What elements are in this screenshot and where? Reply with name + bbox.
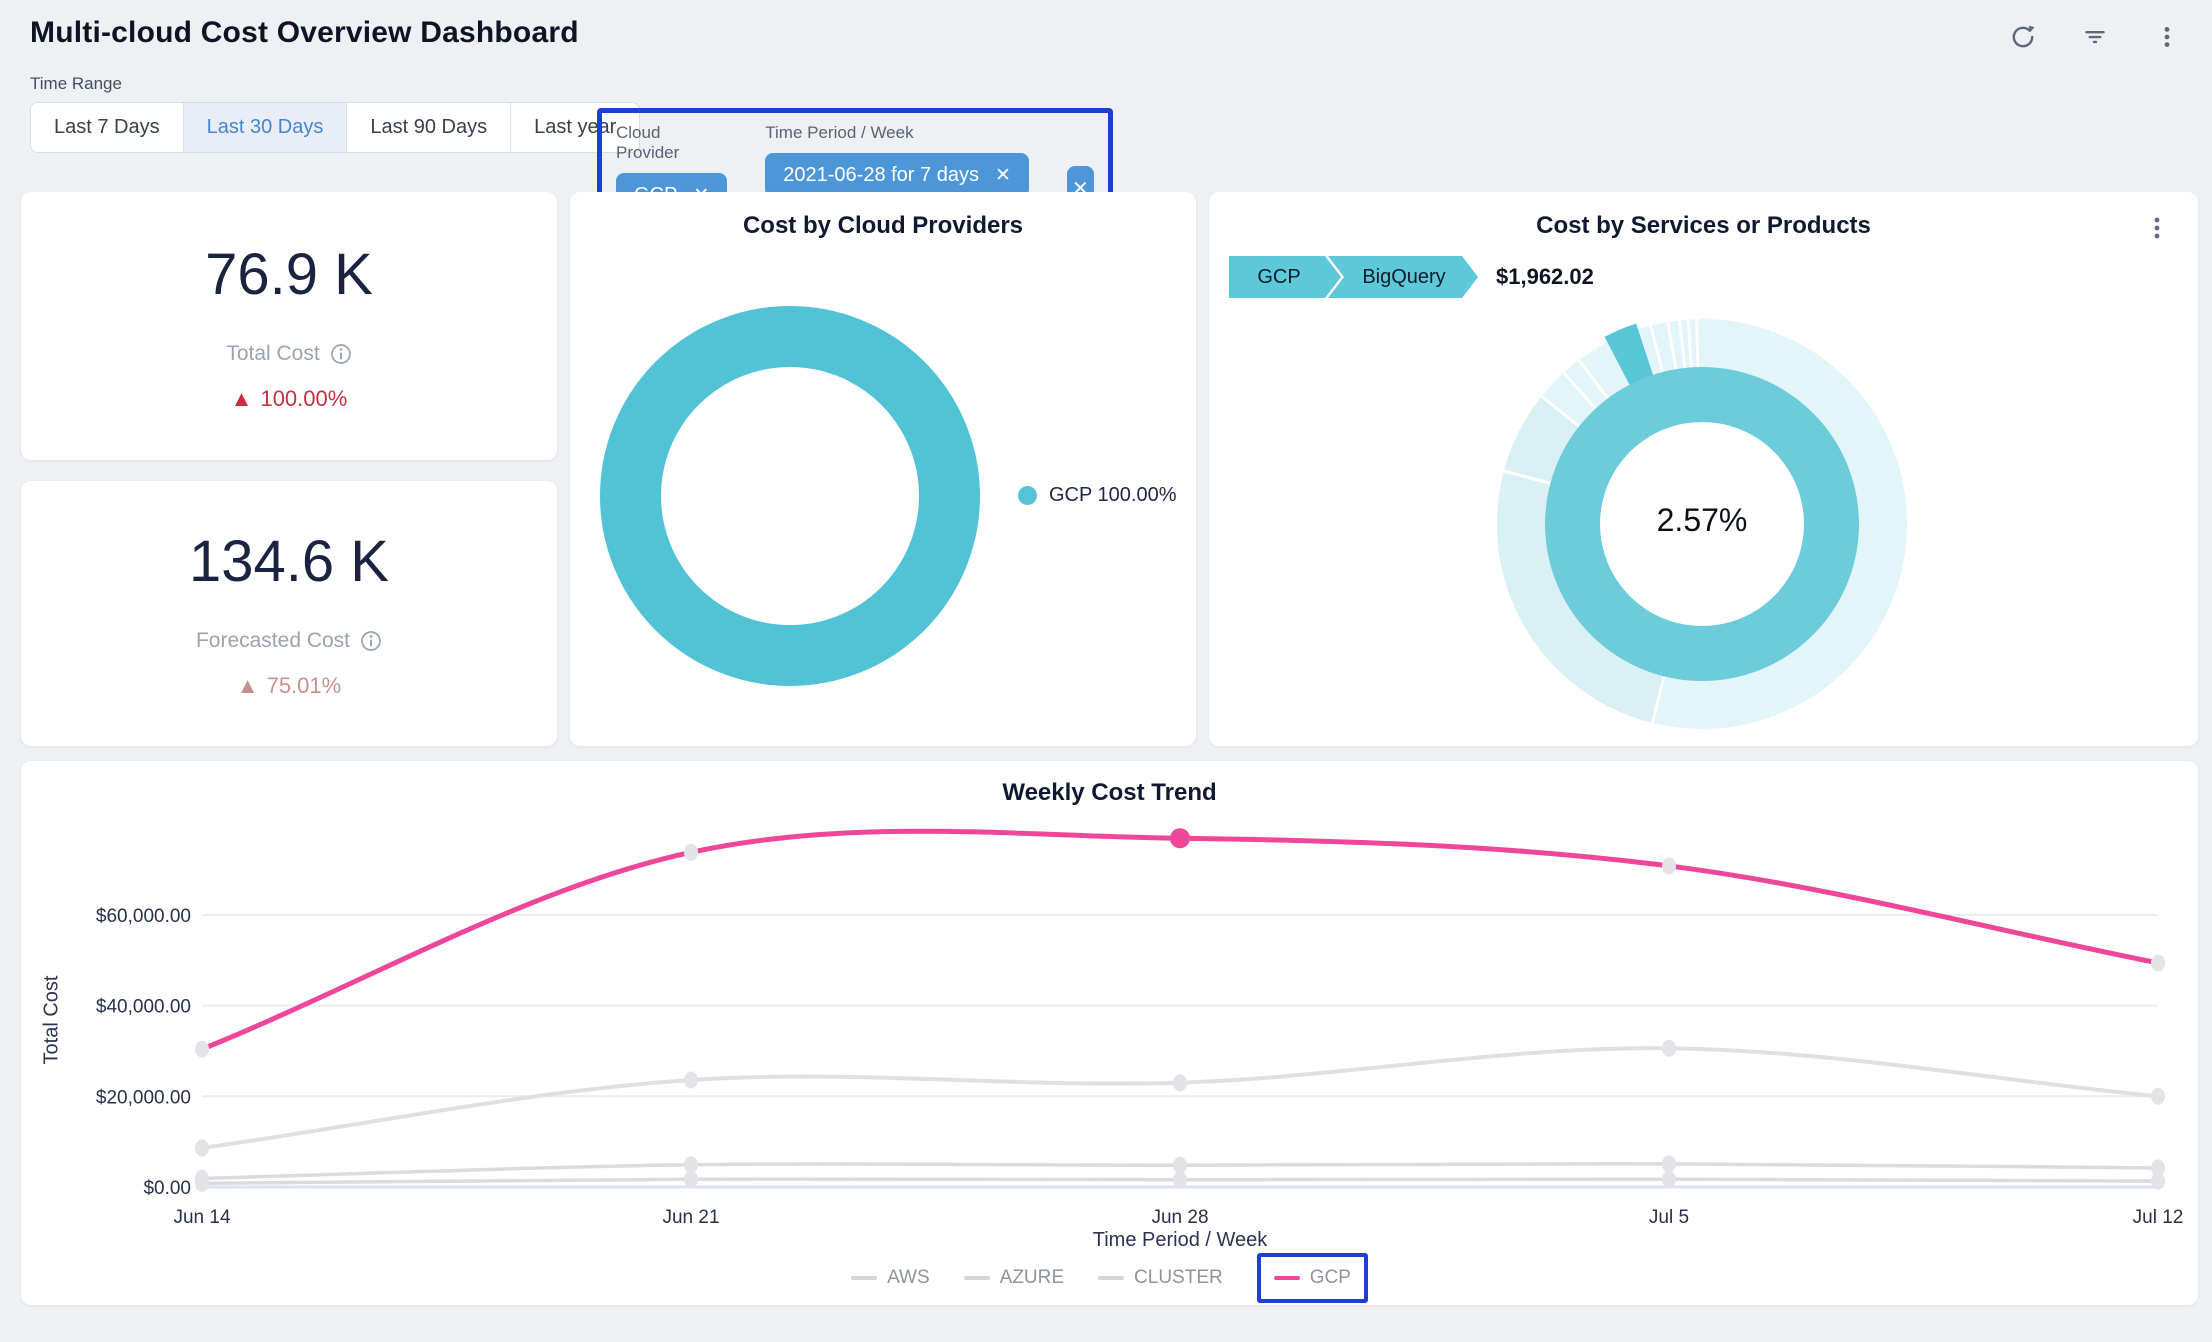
series-line-gcp[interactable]	[202, 831, 2158, 1049]
data-point-azure[interactable]	[1173, 1157, 1187, 1174]
providers-legend-label: GCP 100.00%	[1049, 484, 1177, 507]
time-range-label: Time Range	[30, 74, 122, 94]
total-cost-delta: 100.00%	[260, 386, 347, 412]
up-triangle-icon: ▲	[237, 673, 259, 699]
total-cost-value: 76.9 K	[205, 241, 373, 308]
info-icon[interactable]	[360, 630, 382, 652]
sunburst-divider	[1697, 315, 1698, 369]
data-point-azure[interactable]	[195, 1170, 209, 1187]
legend-label-azure: AZURE	[1000, 1267, 1064, 1289]
forecasted-cost-delta: 75.01%	[267, 673, 342, 699]
data-point-gcp[interactable]	[195, 1041, 209, 1058]
info-icon[interactable]	[330, 343, 352, 365]
trend-legend: AWS AZURE CLUSTER GCP	[21, 1253, 2198, 1303]
y-tick-label: $60,000.00	[96, 906, 191, 927]
data-point-gcp[interactable]	[2151, 954, 2165, 971]
donut-slice-gcp[interactable]	[631, 337, 950, 656]
total-cost-card: 76.9 K Total Cost ▲ 100.00%	[21, 192, 557, 460]
x-tick-label: Jul 5	[1649, 1207, 1689, 1228]
x-tick-label: Jun 21	[662, 1207, 719, 1228]
time-period-chip[interactable]: 2021-06-28 for 7 days ✕	[765, 153, 1029, 197]
time-period-chip-text: 2021-06-28 for 7 days	[783, 164, 979, 187]
legend-item-azure[interactable]: AZURE	[964, 1267, 1064, 1289]
time-range-last-90-days[interactable]: Last 90 Days	[347, 103, 511, 152]
legend-item-gcp[interactable]: GCP	[1274, 1267, 1351, 1289]
data-point-gcp[interactable]	[684, 844, 698, 861]
data-point-aws[interactable]	[684, 1171, 698, 1188]
filter-bar: Time Range Last 7 Days Last 30 Days Last…	[0, 50, 2212, 192]
data-point-aws[interactable]	[1173, 1171, 1187, 1188]
data-point-azure[interactable]	[1662, 1155, 1676, 1172]
annotation-box-gcp-legend: GCP	[1257, 1253, 1368, 1303]
time-period-label: Time Period / Week	[765, 123, 1029, 143]
legend-dot-icon	[1018, 486, 1037, 505]
time-range-last-7-days[interactable]: Last 7 Days	[31, 103, 184, 152]
forecasted-cost-value: 134.6 K	[189, 528, 389, 595]
trend-x-axis-title: Time Period / Week	[1093, 1229, 1268, 1252]
data-point-cluster[interactable]	[195, 1139, 209, 1156]
close-icon[interactable]: ✕	[995, 166, 1011, 185]
data-point-cluster[interactable]	[2151, 1088, 2165, 1105]
cost-by-providers-card: Cost by Cloud Providers GCP 100.00%	[570, 192, 1196, 746]
x-tick-label: Jun 14	[173, 1207, 230, 1228]
y-tick-label: $40,000.00	[96, 997, 191, 1018]
cloud-provider-label: Cloud Provider	[616, 123, 727, 163]
legend-item-aws[interactable]: AWS	[851, 1267, 930, 1289]
up-triangle-icon: ▲	[231, 386, 253, 412]
data-point-highlight-gcp[interactable]	[1170, 828, 1190, 848]
data-point-cluster[interactable]	[684, 1071, 698, 1088]
x-tick-label: Jun 28	[1151, 1207, 1208, 1228]
data-point-azure[interactable]	[2151, 1159, 2165, 1176]
time-period-filter-group: Time Period / Week 2021-06-28 for 7 days…	[765, 123, 1029, 197]
filter-icon[interactable]	[2082, 24, 2108, 50]
providers-legend-item[interactable]: GCP 100.00%	[1018, 484, 1177, 507]
data-point-aws[interactable]	[1662, 1171, 1676, 1188]
header-toolbar	[2010, 24, 2180, 50]
kpi-column: 76.9 K Total Cost ▲ 100.00% 134.6 K Fore…	[21, 192, 557, 746]
data-point-azure[interactable]	[684, 1156, 698, 1173]
series-line-cluster[interactable]	[202, 1048, 2158, 1148]
legend-label-gcp: GCP	[1310, 1267, 1351, 1289]
legend-label-cluster: CLUSTER	[1134, 1267, 1223, 1289]
legend-dash-icon	[1098, 1276, 1124, 1280]
total-cost-label: Total Cost	[226, 342, 319, 366]
time-range-segmented-control: Last 7 Days Last 30 Days Last 90 Days La…	[30, 102, 640, 153]
page-title: Multi-cloud Cost Overview Dashboard	[30, 16, 579, 50]
y-tick-label: $20,000.00	[96, 1087, 191, 1108]
legend-dash-icon	[964, 1276, 990, 1280]
cost-by-services-card: Cost by Services or Products GCP BigQuer…	[1209, 192, 2198, 746]
sunburst-highlight-bigquery[interactable]	[1618, 350, 1645, 362]
time-range-last-30-days[interactable]: Last 30 Days	[184, 103, 348, 152]
trend-line-chart[interactable]: $0.00 $20,000.00 $40,000.00 $60,000.00 Jun 1…	[21, 761, 2198, 1305]
page-header: Multi-cloud Cost Overview Dashboard	[0, 0, 2212, 50]
x-tick-label: Jul 12	[2133, 1207, 2184, 1228]
data-point-gcp[interactable]	[1662, 857, 1676, 874]
data-point-cluster[interactable]	[1662, 1040, 1676, 1057]
legend-dash-icon	[851, 1276, 877, 1280]
services-sunburst-chart[interactable]	[1209, 192, 2198, 746]
refresh-icon[interactable]	[2010, 24, 2036, 50]
providers-donut-chart[interactable]	[570, 192, 1196, 746]
y-tick-label: $0.00	[143, 1178, 191, 1199]
sunburst-center-label: 2.57%	[1622, 502, 1782, 539]
weekly-cost-trend-card: Weekly Cost Trend Total Cost $0.00$20,00…	[21, 761, 2198, 1305]
top-cards-row: 76.9 K Total Cost ▲ 100.00% 134.6 K Fore…	[21, 192, 2198, 746]
data-point-cluster[interactable]	[1173, 1074, 1187, 1091]
legend-dash-icon	[1274, 1276, 1300, 1280]
legend-item-cluster[interactable]: CLUSTER	[1098, 1267, 1223, 1289]
kebab-menu-icon[interactable]	[2154, 24, 2180, 50]
forecasted-cost-label: Forecasted Cost	[196, 629, 350, 653]
forecasted-cost-card: 134.6 K Forecasted Cost ▲ 75.01%	[21, 481, 557, 746]
legend-label-aws: AWS	[887, 1267, 930, 1289]
